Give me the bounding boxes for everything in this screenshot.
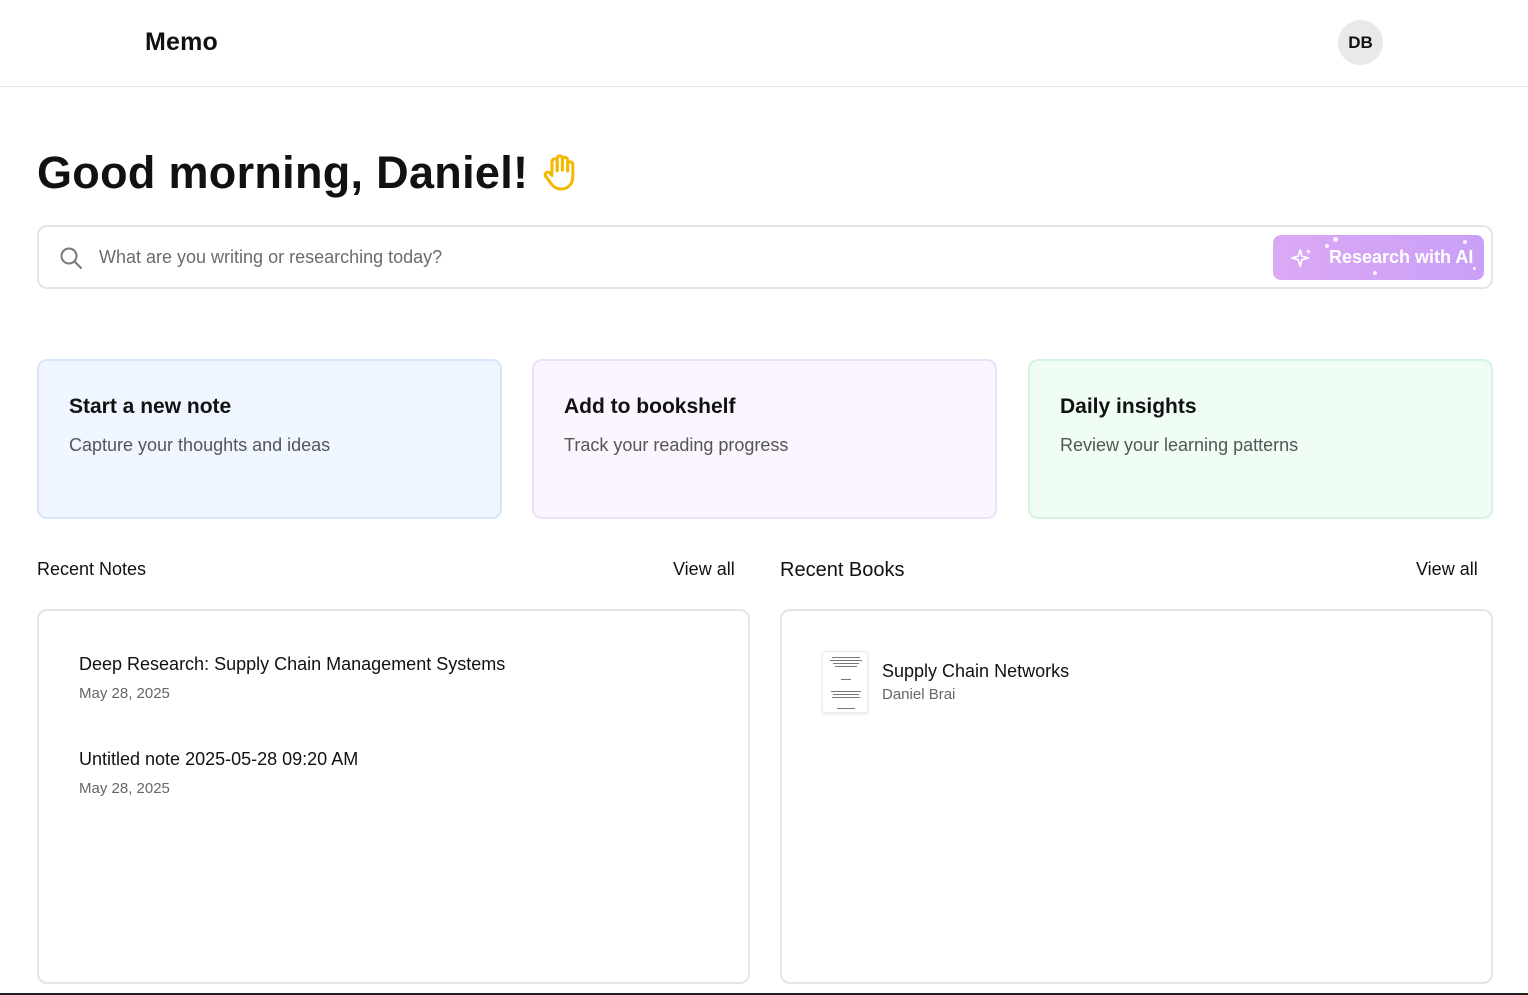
card-description: Track your reading progress xyxy=(564,435,789,455)
card-description: Capture your thoughts and ideas xyxy=(69,435,331,455)
card-title: Daily insights xyxy=(1060,395,1197,418)
sparkle-dot xyxy=(1473,267,1476,270)
note-date: May 28, 2025 xyxy=(79,780,170,797)
note-title: Untitled note 2025-05-28 09:20 AM xyxy=(79,749,359,769)
recent-notes-heading: Recent Notes xyxy=(37,559,147,579)
search-bar: Research with AI xyxy=(37,225,1493,289)
book-list-item[interactable]: Supply Chain Networks Daniel Brai xyxy=(822,651,1069,713)
top-bar: Memo DB xyxy=(0,0,1528,87)
sparkle-dot xyxy=(1333,237,1338,242)
recent-notes-panel: Deep Research: Supply Chain Management S… xyxy=(37,609,750,984)
sparkle-icon xyxy=(1291,248,1312,267)
card-title: Add to bookshelf xyxy=(564,395,736,418)
view-all-books-link[interactable]: View all xyxy=(1416,559,1478,580)
sparkle-dot xyxy=(1463,240,1467,244)
note-date: May 28, 2025 xyxy=(79,685,170,702)
recent-books-panel: Supply Chain Networks Daniel Brai xyxy=(780,609,1493,984)
add-to-bookshelf-card[interactable]: Add to bookshelf Track your reading prog… xyxy=(532,359,997,519)
brand-logo-text[interactable]: Memo xyxy=(145,28,218,57)
note-title: Deep Research: Supply Chain Management S… xyxy=(79,654,506,674)
research-with-ai-button[interactable]: Research with AI xyxy=(1273,235,1484,280)
note-list-item[interactable]: Deep Research: Supply Chain Management S… xyxy=(79,654,505,702)
sparkle-dot xyxy=(1325,244,1329,248)
book-author: Daniel Brai xyxy=(882,686,956,703)
book-info: Supply Chain Networks Daniel Brai xyxy=(882,661,1069,703)
research-with-ai-label: Research with AI xyxy=(1329,247,1474,267)
view-all-notes-link[interactable]: View all xyxy=(673,559,735,580)
note-list-item[interactable]: Untitled note 2025-05-28 09:20 AM May 28… xyxy=(79,749,358,797)
search-input[interactable] xyxy=(99,241,1259,273)
start-new-note-card[interactable]: Start a new note Capture your thoughts a… xyxy=(37,359,502,519)
waving-hand-icon xyxy=(543,154,575,191)
greeting: Good morning, Daniel! xyxy=(37,146,582,200)
recent-books-heading: Recent Books xyxy=(780,559,905,581)
book-cover-thumbnail xyxy=(822,651,868,713)
user-avatar[interactable]: DB xyxy=(1338,20,1383,65)
greeting-title: Good morning, Daniel! xyxy=(37,147,529,198)
card-title: Start a new note xyxy=(69,395,232,418)
sparkle-dot xyxy=(1373,271,1377,275)
book-title: Supply Chain Networks xyxy=(882,661,1070,681)
daily-insights-card[interactable]: Daily insights Review your learning patt… xyxy=(1028,359,1493,519)
search-icon xyxy=(60,247,82,269)
card-description: Review your learning patterns xyxy=(1060,435,1299,455)
